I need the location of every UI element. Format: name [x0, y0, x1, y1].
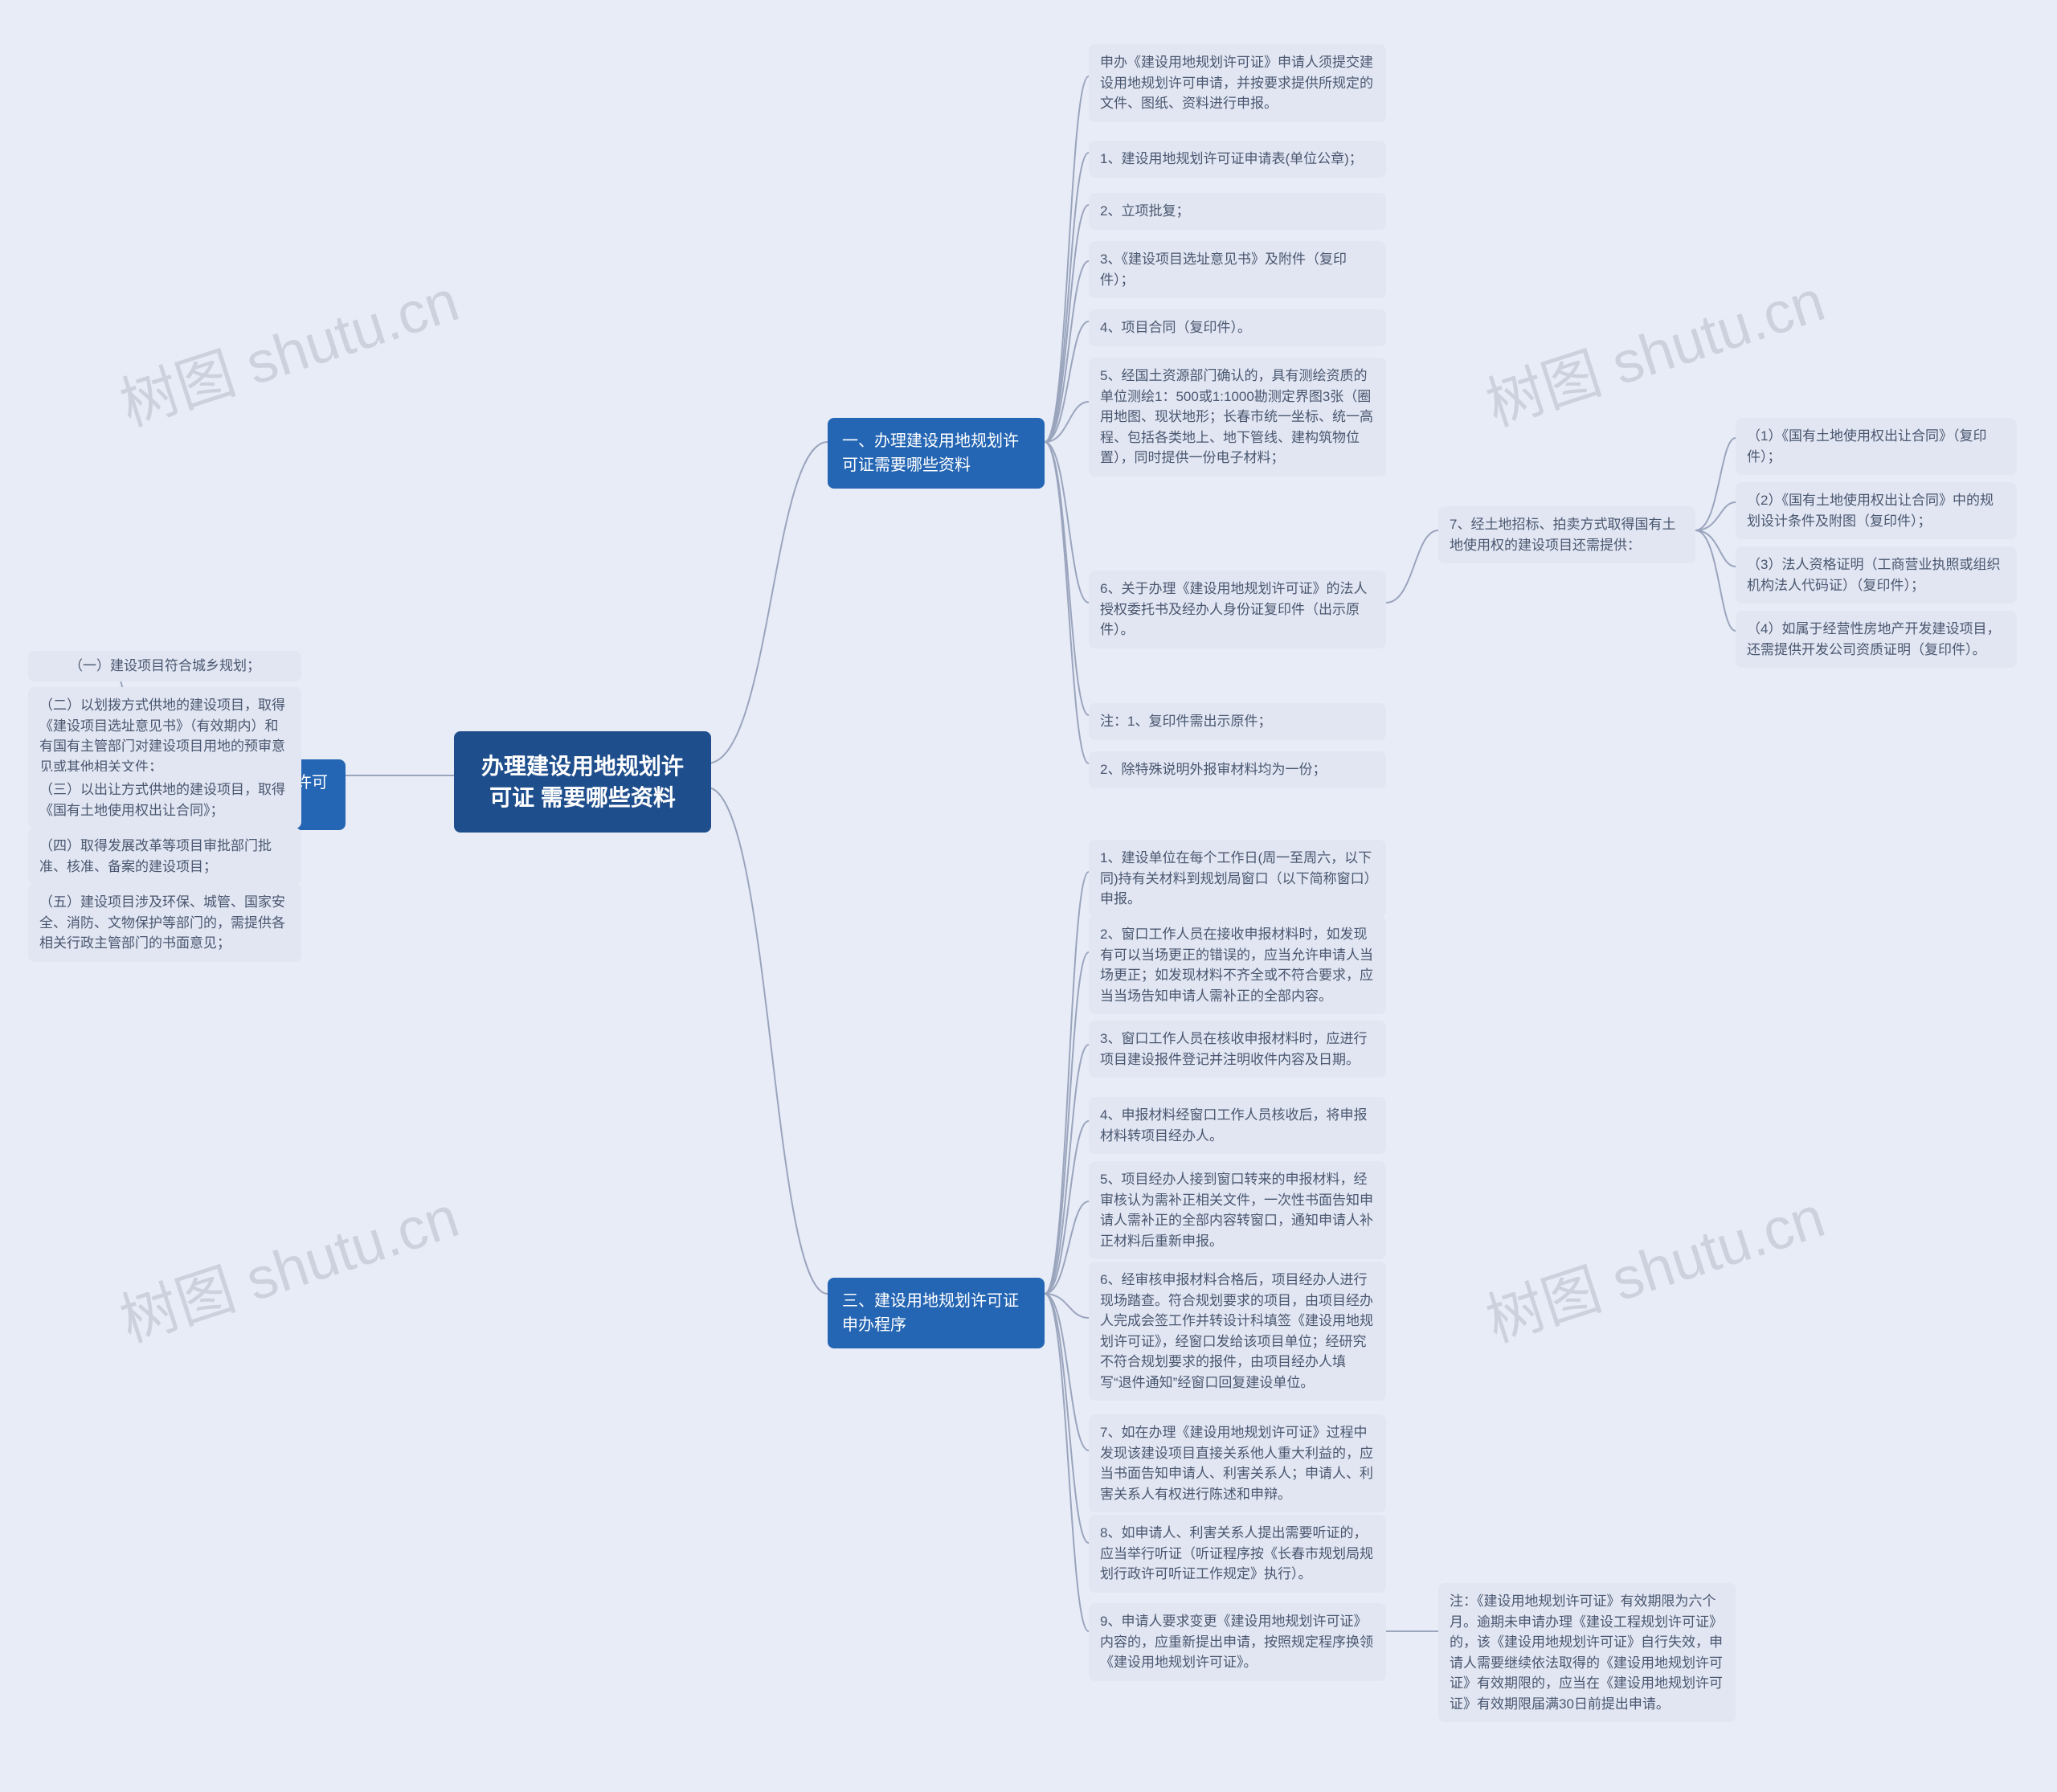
s1-item5: 5、经国土资源部门确认的，具有测绘资质的单位测绘1：500或1:1000勘测定界…: [1089, 358, 1386, 477]
s1-note1: 注：1、复印件需出示原件；: [1089, 703, 1386, 740]
s2-item4: （四）取得发展改革等项目审批部门批准、核准、备案的建设项目；: [28, 828, 301, 885]
watermark: 树图 shutu.cn: [108, 253, 467, 442]
s3-item2: 2、窗口工作人员在接收申报材料时，如发现有可以当场更正的错误的，应当允许申请人当…: [1089, 916, 1386, 1014]
branch-section3: 三、建设用地规划许可证申办程序: [828, 1278, 1045, 1348]
s3-item6: 6、经审核申报材料合格后，项目经办人进行现场踏查。符合规划要求的项目，由项目经办…: [1089, 1262, 1386, 1401]
s1-item1: 1、建设用地规划许可证申请表(单位公章)；: [1089, 141, 1386, 178]
branch-section1: 一、办理建设用地规划许可证需要哪些资料: [828, 418, 1045, 489]
s2-item3: （三）以出让方式供地的建设项目，取得《国有土地使用权出让合同》；: [28, 771, 301, 828]
s1-item7-sub3: （3）法人资格证明（工商营业执照或组织机构法人代码证）（复印件）；: [1736, 546, 2017, 603]
s1-item3: 3、《建设项目选址意见书》及附件（复印件）；: [1089, 241, 1386, 298]
s2-item5: （五）建设项目涉及环保、城管、国家安全、消防、文物保护等部门的，需提供各相关行政…: [28, 884, 301, 962]
s3-item7: 7、如在办理《建设用地规划许可证》过程中发现该建设项目直接关系他人重大利益的，应…: [1089, 1414, 1386, 1512]
s1-item4: 4、项目合同（复印件）。: [1089, 309, 1386, 346]
s1-item7-sub4: （4）如属于经营性房地产开发建设项目，还需提供开发公司资质证明（复印件）。: [1736, 611, 2017, 668]
s1-item7-sub1: （1）《国有土地使用权出让合同》（复印件）；: [1736, 418, 2017, 475]
s1-item2: 2、立项批复；: [1089, 193, 1386, 230]
s3-item4: 4、申报材料经窗口工作人员核收后，将申报材料转项目经办人。: [1089, 1097, 1386, 1154]
root-node: 办理建设用地规划许可证 需要哪些资料: [454, 731, 711, 833]
s1-item6: 6、关于办理《建设用地规划许可证》的法人授权委托书及经办人身份证复印件（出示原件…: [1089, 571, 1386, 648]
connector-lines: [0, 0, 2057, 1792]
s3-item5: 5、项目经办人接到窗口转来的申报材料，经审核认为需补正相关文件，一次性书面告知申…: [1089, 1161, 1386, 1259]
s1-note2: 2、除特殊说明外报审材料均为一份；: [1089, 751, 1386, 788]
s2-item2: （二）以划拨方式供地的建设项目，取得《建设项目选址意见书》（有效期内）和有国有主…: [28, 687, 301, 785]
s3-item9: 9、申请人要求变更《建设用地规划许可证》内容的，应重新提出申请，按照规定程序换领…: [1089, 1603, 1386, 1681]
s1-item7-sub2: （2）《国有土地使用权出让合同》中的规划设计条件及附图（复印件）；: [1736, 482, 2017, 539]
s1-item7: 7、经土地招标、拍卖方式取得国有土地使用权的建设项目还需提供：: [1438, 506, 1695, 563]
s3-item8: 8、如申请人、利害关系人提出需要听证的，应当举行听证（听证程序按《长春市规划局规…: [1089, 1515, 1386, 1593]
s1-intro: 申办《建设用地规划许可证》申请人须提交建设用地规划许可申请，并按要求提供所规定的…: [1089, 44, 1386, 122]
watermark: 树图 shutu.cn: [1474, 253, 1833, 442]
watermark: 树图 shutu.cn: [1474, 1169, 1833, 1358]
watermark: 树图 shutu.cn: [108, 1169, 467, 1358]
s3-item1: 1、建设单位在每个工作日(周一至周六，以下同)持有关材料到规划局窗口（以下简称窗…: [1089, 840, 1386, 918]
s2-item1: （一）建设项目符合城乡规划；: [28, 651, 301, 681]
s3-note9: 注：《建设用地规划许可证》有效期限为六个月。逾期未申请办理《建设工程规划许可证》…: [1438, 1583, 1736, 1722]
s3-item3: 3、窗口工作人员在核收申报材料时，应进行项目建设报件登记并注明收件内容及日期。: [1089, 1021, 1386, 1078]
